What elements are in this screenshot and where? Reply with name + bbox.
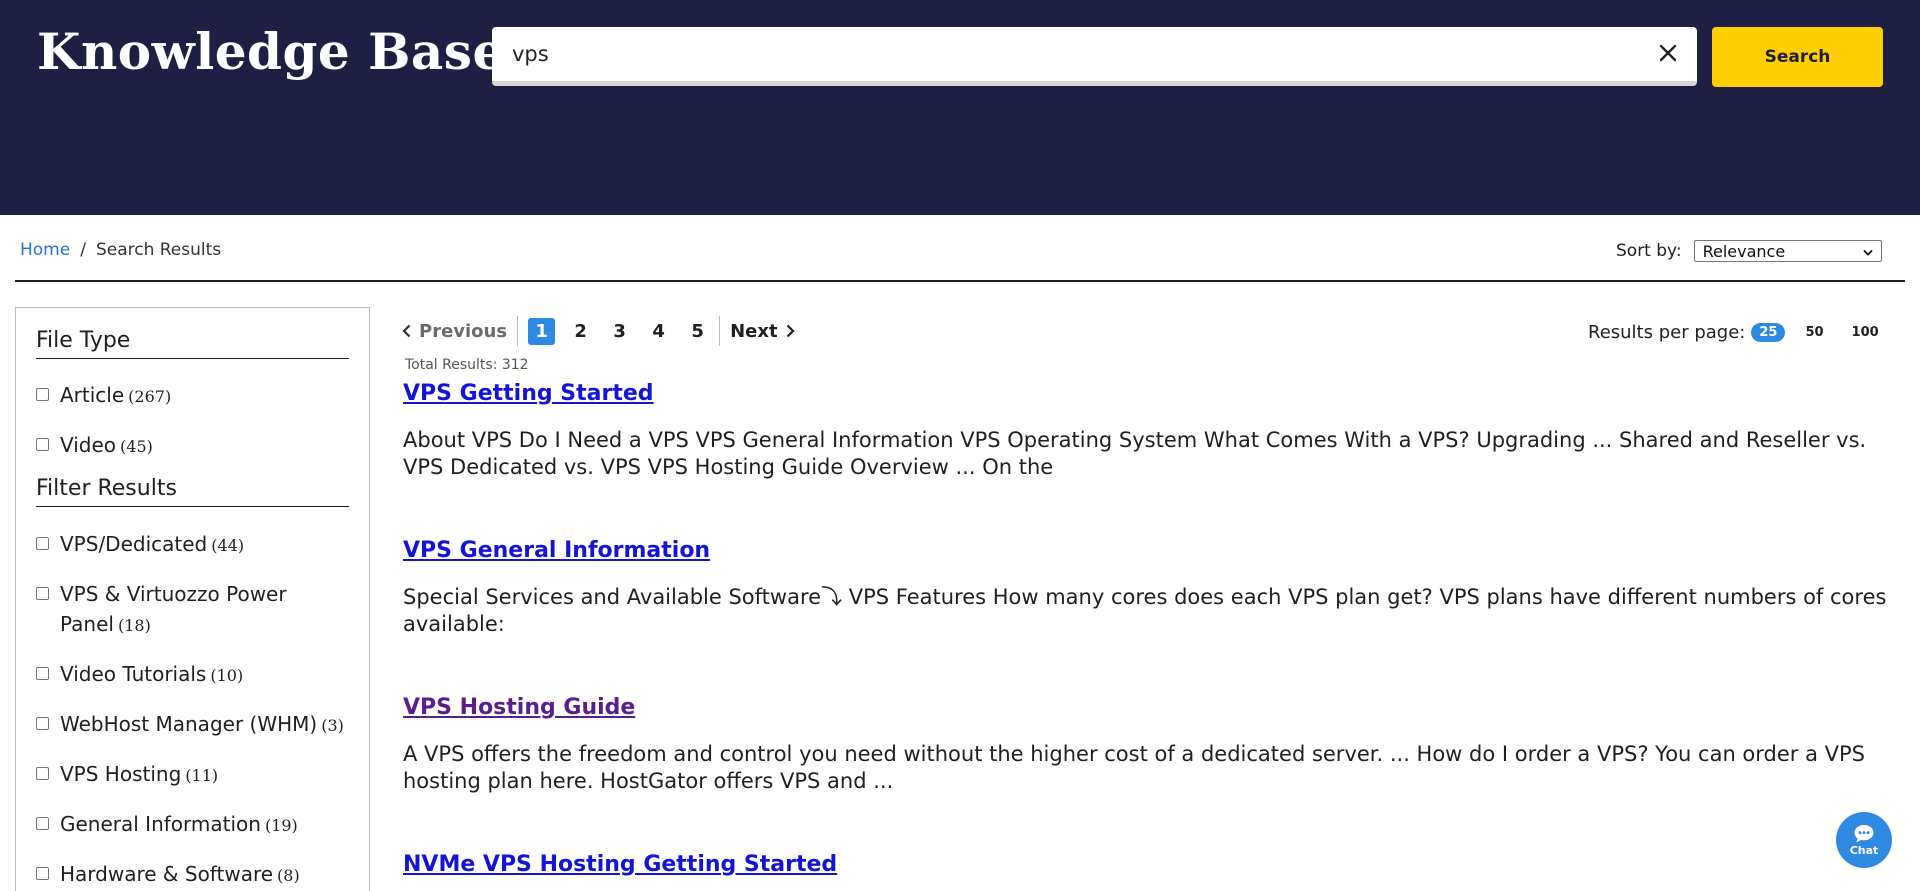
page-4-button[interactable]: 4 bbox=[645, 318, 672, 345]
facet-count: (45) bbox=[120, 437, 153, 456]
rpp-50-button[interactable]: 50 bbox=[1797, 323, 1831, 342]
checkbox[interactable] bbox=[36, 537, 49, 550]
facet-label: Video Tutorials bbox=[60, 662, 207, 686]
total-results: Total Results: 312 bbox=[405, 357, 529, 373]
checkbox[interactable] bbox=[36, 717, 49, 730]
checkbox[interactable] bbox=[36, 867, 49, 880]
filter-general-information[interactable]: General Information (19) bbox=[36, 809, 356, 841]
chevron-down-icon bbox=[1862, 242, 1873, 261]
search-button[interactable]: Search bbox=[1712, 27, 1883, 87]
chevron-left-icon bbox=[402, 324, 411, 338]
site-title[interactable]: Knowledge Base bbox=[37, 22, 505, 81]
filter-vps-hosting[interactable]: VPS Hosting (11) bbox=[36, 759, 356, 791]
filter-vps-dedicated[interactable]: VPS/Dedicated (44) bbox=[36, 529, 356, 561]
sort-select[interactable]: Relevance bbox=[1693, 240, 1882, 262]
checkbox[interactable] bbox=[36, 667, 49, 680]
sort-selected-value: Relevance bbox=[1702, 241, 1786, 261]
sort-control: Sort by: Relevance bbox=[1616, 240, 1882, 262]
result-title-link[interactable]: VPS Hosting Guide bbox=[403, 695, 635, 720]
result-snippet: About VPS Do I Need a VPS VPS General In… bbox=[403, 428, 1867, 479]
facet-count: (10) bbox=[210, 666, 244, 685]
page-5-button[interactable]: 5 bbox=[684, 318, 711, 345]
facet-label: VPS Hosting bbox=[60, 762, 182, 786]
filter-whm[interactable]: WebHost Manager (WHM) (3) bbox=[36, 709, 356, 741]
result-title-link[interactable]: VPS General Information bbox=[403, 538, 710, 563]
file-type-video[interactable]: Video (45) bbox=[36, 430, 356, 462]
filter-results-heading: Filter Results bbox=[36, 476, 349, 507]
breadcrumb: Home / Search Results bbox=[20, 240, 221, 260]
header-divider bbox=[15, 280, 1905, 282]
site-header: Knowledge Base Search bbox=[0, 0, 1920, 215]
filter-sidebar: File Type Article (267) Video (45) Filter … bbox=[15, 307, 370, 891]
page-2-button[interactable]: 2 bbox=[567, 318, 594, 345]
checkbox[interactable] bbox=[36, 817, 49, 830]
checkbox[interactable] bbox=[36, 388, 49, 401]
facet-label: General Information bbox=[60, 812, 261, 836]
chat-label: Chat bbox=[1849, 843, 1879, 857]
previous-label: Previous bbox=[419, 320, 508, 342]
rpp-25-button[interactable]: 25 bbox=[1751, 323, 1786, 342]
checkbox[interactable] bbox=[36, 587, 49, 600]
checkbox[interactable] bbox=[36, 438, 49, 451]
results-per-page-label: Results per page: bbox=[1588, 322, 1746, 343]
breadcrumb-current: Search Results bbox=[95, 240, 222, 260]
filter-vps-virtuozzo[interactable]: VPS & Virtuozzo Power Panel (18) bbox=[36, 579, 306, 641]
next-page-button[interactable]: Next bbox=[719, 316, 795, 346]
search-input[interactable] bbox=[512, 27, 1632, 81]
file-type-article[interactable]: Article (267) bbox=[36, 380, 356, 412]
chat-bubble-icon bbox=[1854, 824, 1874, 842]
result-title-link[interactable]: NVMe VPS Hosting Getting Started bbox=[403, 852, 837, 877]
breadcrumb-home-link[interactable]: Home bbox=[20, 240, 70, 260]
filter-hardware-software[interactable]: Hardware & Software (8) bbox=[36, 859, 356, 891]
facet-label: VPS/Dedicated bbox=[60, 532, 208, 556]
facet-count: (267) bbox=[128, 387, 172, 406]
facet-label: VPS & Virtuozzo Power Panel bbox=[60, 582, 287, 636]
rpp-100-button[interactable]: 100 bbox=[1844, 323, 1887, 342]
facet-count: (3) bbox=[321, 716, 344, 735]
facet-label: WebHost Manager (WHM) bbox=[60, 712, 318, 736]
chat-button[interactable]: Chat bbox=[1836, 812, 1892, 868]
results-per-page: Results per page: 25 50 100 bbox=[1588, 322, 1887, 343]
result-snippet: A VPS offers the freedom and control you… bbox=[403, 742, 1866, 793]
result-snippet: Special Services and Available Software⤵… bbox=[403, 585, 1887, 636]
page-1-button[interactable]: 1 bbox=[528, 317, 556, 345]
facet-count: (44) bbox=[211, 536, 245, 555]
facet-label: Article bbox=[60, 383, 125, 407]
previous-page-button[interactable]: Previous bbox=[402, 316, 519, 346]
facet-count: (18) bbox=[117, 616, 151, 635]
facet-label: Hardware & Software bbox=[60, 862, 274, 886]
result-title-link[interactable]: VPS Getting Started bbox=[403, 381, 654, 406]
facet-count: (11) bbox=[185, 766, 219, 785]
facet-count: (8) bbox=[277, 866, 300, 885]
pagination: Previous 1 2 3 4 5 Next bbox=[402, 316, 795, 346]
breadcrumb-separator: / bbox=[80, 240, 86, 260]
page-3-button[interactable]: 3 bbox=[606, 318, 633, 345]
next-label: Next bbox=[730, 320, 778, 342]
file-type-heading: File Type bbox=[36, 328, 349, 359]
facet-label: Video bbox=[60, 433, 117, 457]
search-box bbox=[492, 27, 1697, 86]
facet-count: (19) bbox=[264, 816, 298, 835]
checkbox[interactable] bbox=[36, 767, 49, 780]
filter-video-tutorials[interactable]: Video Tutorials (10) bbox=[36, 659, 356, 691]
sort-label: Sort by: bbox=[1616, 241, 1682, 261]
clear-search-icon[interactable] bbox=[1653, 38, 1683, 68]
chevron-right-icon bbox=[786, 324, 795, 338]
